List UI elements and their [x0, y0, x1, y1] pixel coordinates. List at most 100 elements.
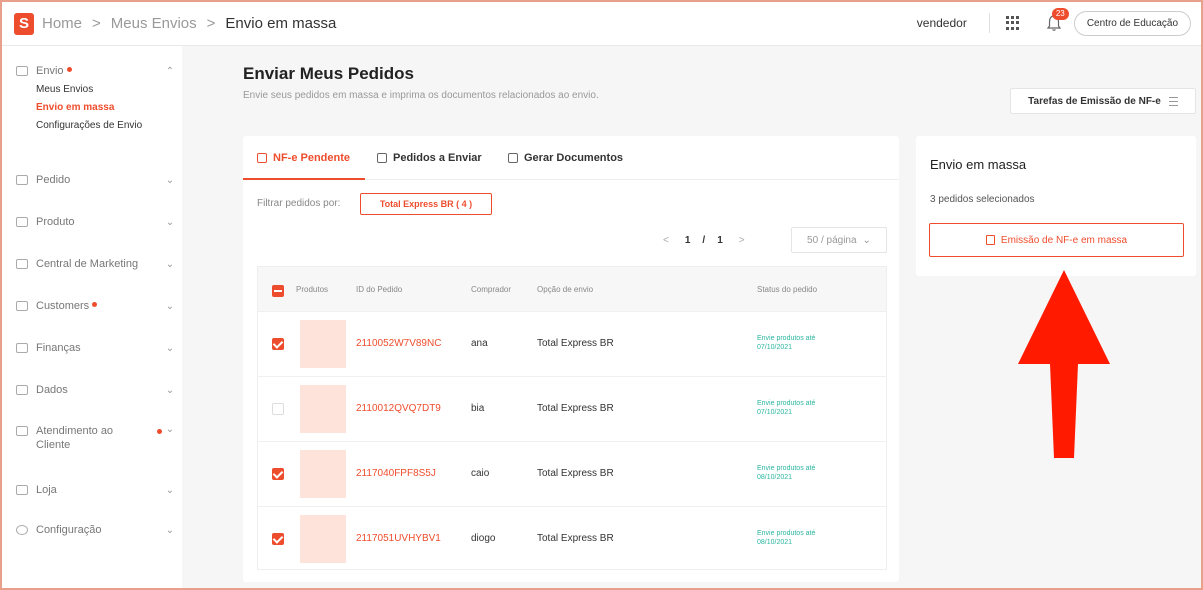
- row-checkbox[interactable]: [272, 468, 284, 480]
- tab-nfe-pendente[interactable]: NF-e Pendente: [257, 152, 350, 164]
- nfe-tasks-button[interactable]: Tarefas de Emissão de NF-e: [1010, 88, 1196, 114]
- table-row[interactable]: 2110012QVQ7DT9 bia Total Express BR Envi…: [258, 376, 886, 441]
- tab-pedidos-a-enviar[interactable]: Pedidos a Enviar: [377, 152, 482, 164]
- sidebar-item-atendimento[interactable]: Atendimento ao Cliente ⌄: [16, 422, 176, 454]
- box-icon: [16, 217, 28, 227]
- chevron-down-icon: ⌄: [165, 216, 175, 228]
- order-id-link[interactable]: 2110012QVQ7DT9: [356, 403, 441, 414]
- education-center-button[interactable]: Centro de Educação: [1073, 10, 1191, 36]
- sidebar-item-label: Dados: [36, 384, 68, 396]
- table-row[interactable]: 2117051UVHYBV1 diogo Total Express BR En…: [258, 506, 886, 571]
- bell-icon[interactable]: 23: [1046, 8, 1069, 32]
- seller-account[interactable]: vendedor: [917, 16, 967, 30]
- apps-grid-icon[interactable]: [1005, 16, 1020, 30]
- breadcrumb-current: Envio em massa: [225, 15, 337, 32]
- next-page-button[interactable]: >: [739, 235, 745, 246]
- row-checkbox[interactable]: [272, 533, 284, 545]
- tab-label: Pedidos a Enviar: [393, 152, 482, 164]
- store-icon: [16, 485, 28, 495]
- order-id-link[interactable]: 2110052W7V89NC: [356, 338, 441, 349]
- sidebar-subitem-configuracoes-envio[interactable]: Configurações de Envio: [36, 117, 176, 135]
- sidebar-item-dados[interactable]: Dados ⌄: [16, 380, 176, 400]
- sidebar: Envio ⌃ Meus Envios Envio em massa Confi…: [2, 46, 182, 588]
- sidebar-subitem-envio-em-massa[interactable]: Envio em massa: [36, 99, 176, 117]
- column-header: Status do pedido: [757, 285, 818, 294]
- sidebar-item-label: Finanças: [36, 342, 81, 354]
- sidebar-item-loja[interactable]: Loja ⌄: [16, 480, 176, 500]
- order-status: Envie produtos até 07/10/2021: [757, 400, 816, 416]
- order-status: Envie produtos até 08/10/2021: [757, 530, 816, 546]
- sidebar-item-label: Produto: [36, 216, 75, 228]
- chevron-down-icon: ⌄: [862, 234, 871, 246]
- chevron-down-icon: ⌄: [165, 424, 175, 435]
- sidebar-item-customers[interactable]: Customers ⌄: [16, 296, 176, 316]
- pagination: < 1 / 1 >: [653, 228, 755, 252]
- sidebar-group-envio: Envio ⌃ Meus Envios Envio em massa Confi…: [16, 61, 176, 135]
- column-header: Comprador: [471, 285, 512, 294]
- notification-badge: 23: [1051, 8, 1069, 20]
- select-all-checkbox[interactable]: [272, 285, 284, 297]
- clipboard-icon: [16, 175, 28, 185]
- shipping-option: Total Express BR: [537, 468, 614, 479]
- order-id-link[interactable]: 2117040FPF8S5J: [356, 468, 436, 479]
- sidebar-item-label: Pedido: [36, 174, 71, 186]
- divider: [988, 13, 990, 33]
- alert-dot: [92, 302, 98, 307]
- alert-dot: [66, 67, 72, 72]
- top-bar: S Home > Meus Envios > Envio em massa ve…: [2, 2, 1201, 46]
- package-icon: [377, 153, 387, 163]
- table-row[interactable]: 2110052W7V89NC ana Total Express BR Envi…: [258, 311, 886, 376]
- printer-icon: [508, 153, 518, 163]
- truck-icon: [16, 66, 28, 76]
- order-id-link[interactable]: 2117051UVHYBV1: [356, 533, 441, 544]
- panel-title: Envio em massa: [930, 157, 1027, 172]
- active-tab-indicator: [243, 178, 365, 180]
- prev-page-button[interactable]: <: [663, 235, 669, 246]
- filter-label: Filtrar pedidos por:: [257, 198, 341, 209]
- table-header: Produtos ID do Pedido Comprador Opção de…: [258, 267, 886, 311]
- product-thumbnail: [300, 450, 346, 498]
- sidebar-item-envio[interactable]: Envio ⌃: [16, 61, 176, 81]
- page-subtitle: Envie seus pedidos em massa e imprima os…: [243, 90, 599, 101]
- tag-icon: [16, 259, 28, 269]
- sidebar-item-configuracao[interactable]: Configuração ⌄: [16, 520, 176, 540]
- chevron-down-icon: ⌄: [165, 174, 175, 186]
- sidebar-item-produto[interactable]: Produto ⌄: [16, 212, 176, 232]
- product-thumbnail: [300, 385, 346, 433]
- order-status: Envie produtos até 07/10/2021: [757, 335, 816, 351]
- selected-count: 3 pedidos selecionados: [930, 194, 1035, 205]
- orders-table: Produtos ID do Pedido Comprador Opção de…: [257, 266, 887, 570]
- alert-dot: [157, 429, 162, 434]
- list-icon: [1168, 96, 1178, 106]
- table-row[interactable]: 2117040FPF8S5J caio Total Express BR Env…: [258, 441, 886, 506]
- row-checkbox[interactable]: [272, 338, 284, 350]
- shopee-logo[interactable]: S: [14, 12, 34, 35]
- per-page-select[interactable]: 50 / página ⌄: [791, 227, 887, 253]
- sidebar-item-pedido[interactable]: Pedido ⌄: [16, 170, 176, 190]
- shipping-option: Total Express BR: [537, 533, 614, 544]
- sidebar-item-label: Customers: [36, 300, 90, 312]
- breadcrumb-home[interactable]: Home: [42, 15, 82, 32]
- tab-bar: NF-e Pendente Pedidos a Enviar Gerar Doc…: [243, 136, 899, 180]
- buyer-name: diogo: [471, 533, 496, 544]
- breadcrumb-meus-envios[interactable]: Meus Envios: [111, 15, 197, 32]
- page-title: Enviar Meus Pedidos: [243, 64, 414, 83]
- product-thumbnail: [300, 320, 346, 368]
- document-icon: [257, 153, 267, 163]
- chevron-down-icon: ⌄: [165, 342, 175, 354]
- chevron-down-icon: ⌄: [165, 300, 175, 312]
- chat-icon: [16, 426, 28, 436]
- breadcrumb: Home > Meus Envios > Envio em massa: [42, 15, 336, 32]
- sidebar-subitem-meus-envios[interactable]: Meus Envios: [36, 81, 176, 99]
- sidebar-item-central-marketing[interactable]: Central de Marketing ⌄: [16, 254, 176, 274]
- bulk-nfe-button[interactable]: Emissão de NF-e em massa: [929, 223, 1184, 257]
- user-icon: [16, 301, 28, 311]
- tab-gerar-documentos[interactable]: Gerar Documentos: [508, 152, 623, 164]
- row-checkbox[interactable]: [272, 403, 284, 415]
- chevron-down-icon: ⌄: [165, 384, 175, 396]
- filter-chip-total-express[interactable]: Total Express BR ( 4 ): [360, 193, 492, 215]
- total-pages: 1: [717, 234, 723, 246]
- column-header: ID do Pedido: [356, 285, 403, 294]
- column-header: Produtos: [296, 285, 329, 294]
- sidebar-item-financas[interactable]: Finanças ⌄: [16, 338, 176, 358]
